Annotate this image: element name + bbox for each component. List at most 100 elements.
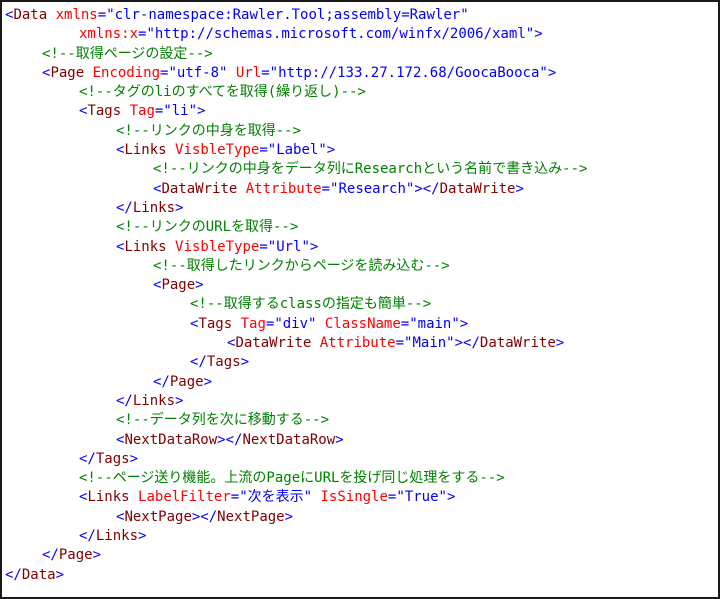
code-token-tag: NextDataRow: [124, 431, 218, 448]
code-line: <!--リンクの中身をデータ列にResearchという名前で書き込み-->: [5, 160, 717, 179]
code-token-value: "Main": [404, 335, 455, 352]
code-token-tag: NextDataRow: [242, 431, 336, 448]
code-line: <!--ページ送り機能。上流のPageにURLを投げ同じ処理をする-->: [5, 469, 717, 488]
code-line: <DataWrite Attribute="Research"></DataWr…: [5, 180, 717, 199]
code-line: </Tags>: [5, 450, 717, 469]
code-token-comment: <!--取得するclassの指定も簡単-->: [190, 296, 432, 313]
code-line: <!--データ列を次に移動する-->: [5, 411, 717, 430]
code-token-value: "次を表示": [239, 489, 313, 506]
code-token-punct: >: [195, 277, 204, 294]
code-token-comment: <!--リンクの中身を取得-->: [116, 122, 302, 139]
code-line: <Data xmlns="clr-namespace:Rawler.Tool;a…: [5, 6, 717, 25]
code-token-tag: DataWrite: [479, 335, 556, 352]
code-token-value: "Url": [267, 238, 310, 255]
code-line: </Links>: [5, 527, 717, 546]
code-token-punct: =: [261, 64, 270, 81]
code-line: </Data>: [5, 566, 717, 585]
code-token-punct: >: [197, 103, 206, 120]
code-token-attr: Tag: [129, 103, 155, 120]
code-token-comment: <!--リンクの中身をデータ列にResearchという名前で書き込み-->: [153, 161, 588, 178]
code-token-punct: =: [230, 489, 240, 506]
code-token-comment: <!--リンクのURLを取得-->: [116, 219, 299, 236]
code-line: <Links LabelFilter="次を表示" IsSingle="True…: [5, 488, 717, 507]
code-token-attr: Encoding: [92, 64, 161, 81]
code-token-punct: ></: [217, 431, 243, 448]
code-line: <Page Encoding="utf-8" Url="http://133.2…: [5, 64, 717, 83]
code-token-tag: DataWrite: [235, 335, 312, 352]
code-token-tag: Links: [132, 392, 176, 409]
code-token-punct: </: [79, 528, 96, 545]
code-line: <NextPage></NextPage>: [5, 508, 717, 527]
code-token-attr: VisbleType: [175, 238, 260, 255]
code-token-punct: =: [97, 7, 107, 23]
code-token-punct: >: [326, 142, 336, 159]
code-token-punct: >: [335, 431, 344, 448]
code-token-value: "http://133.27.172.68/GoocaBooca": [269, 64, 548, 81]
code-line: <DataWrite Attribute="Main"></DataWrite>: [5, 334, 717, 353]
code-token-tag: Links: [95, 528, 139, 545]
code-token-tag: Links: [124, 238, 167, 255]
code-token-tag: Tags: [206, 354, 241, 371]
code-token-value: "True": [396, 489, 447, 506]
code-token-punct: >: [175, 199, 184, 216]
code-token-value: "Research": [330, 180, 415, 197]
code-token-punct: >: [203, 373, 213, 390]
code-line: </Tags>: [5, 353, 717, 372]
code-token-punct: >: [129, 450, 139, 467]
code-token-punct: =: [259, 238, 268, 255]
code-token-punct: ></: [414, 180, 440, 197]
code-token-punct: =: [400, 315, 410, 332]
code-token-punct: >: [534, 26, 543, 43]
code-token-attr: Tag: [240, 315, 266, 332]
code-token-attr: xmlns:x: [79, 26, 139, 43]
code-line: </Links>: [5, 392, 717, 411]
code-token-comment: <!--取得ページの設定-->: [42, 45, 213, 62]
code-token-tag: Links: [87, 489, 130, 506]
code-token-attr: Attribute: [245, 180, 322, 197]
code-token-punct: </: [42, 547, 59, 564]
code-token-value: "div": [274, 315, 317, 332]
code-listing-frame: <Data xmlns="clr-namespace:Rawler.Tool;a…: [0, 0, 720, 599]
code-token-punct: ></: [191, 508, 218, 525]
code-line: <NextDataRow></NextDataRow>: [5, 431, 717, 450]
code-token-punct: </: [116, 392, 133, 409]
code-token-value: "clr-namespace:Rawler.Tool;assembly=Rawl…: [106, 7, 469, 23]
code-token-punct: =: [259, 142, 268, 159]
code-token-punct: </: [153, 373, 170, 390]
code-line: </Page>: [5, 373, 717, 392]
code-token-punct: </: [5, 566, 22, 583]
xml-code-block: <Data xmlns="clr-namespace:Rawler.Tool;a…: [5, 6, 717, 585]
code-token-tag: NextPage: [217, 508, 285, 525]
code-token-tag: Tags: [87, 103, 122, 120]
code-token-punct: =: [321, 180, 331, 197]
code-line: <Tags Tag="div" ClassName="main">: [5, 315, 717, 334]
code-line: <!--取得したリンクからページを読み込む-->: [5, 257, 717, 276]
code-token-punct: ></: [454, 335, 480, 352]
code-token-tag: DataWrite: [439, 180, 516, 197]
code-token-punct: >: [459, 315, 469, 332]
code-token-punct: >: [515, 180, 524, 197]
code-token-attr: Url: [235, 64, 262, 81]
code-line: <Links VisbleType="Url">: [5, 238, 717, 257]
code-line: <!--リンクのURLを取得-->: [5, 218, 717, 237]
code-token-tag: Page: [161, 277, 196, 294]
code-token-punct: =: [395, 335, 405, 352]
code-token-punct: </: [190, 354, 207, 371]
code-token-punct: >: [547, 64, 557, 81]
code-line: </Page>: [5, 546, 717, 565]
code-token-punct: >: [55, 566, 65, 583]
code-line: <Links VisbleType="Label">: [5, 141, 717, 160]
code-token-punct: >: [309, 238, 319, 255]
code-token-punct: >: [138, 528, 147, 545]
code-token-attr: xmlns: [55, 7, 98, 23]
code-token-punct: >: [555, 335, 565, 352]
code-token-attr: Attribute: [319, 335, 396, 352]
